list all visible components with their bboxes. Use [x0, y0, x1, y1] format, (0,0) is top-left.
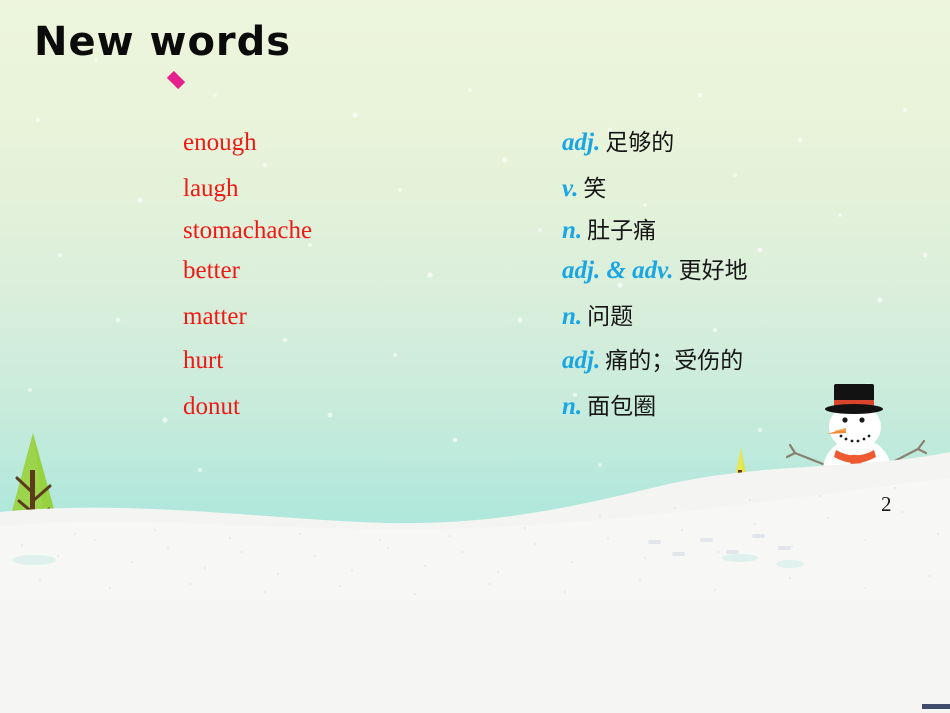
- chinese-translation: 痛的；受伤的: [605, 348, 744, 374]
- chinese-translation: 问题: [587, 304, 634, 330]
- vocabulary-meaning: adj. 痛的；受伤的: [562, 346, 743, 376]
- part-of-speech: adj.: [562, 129, 601, 156]
- vocabulary-term: enough: [183, 129, 257, 156]
- vocabulary-list: enough adj. 足够的 laugh v. 笑 stomachache n. 肚…: [0, 0, 950, 600]
- vocabulary-meaning: n. 问题: [562, 302, 633, 332]
- vocabulary-row: laugh v. 笑: [0, 174, 950, 208]
- part-of-speech: v.: [562, 175, 579, 202]
- part-of-speech: n.: [562, 303, 583, 330]
- slide-root: New words enough adj. 足够的 laugh v. 笑 stoma…: [0, 0, 950, 713]
- vocabulary-row: enough adj. 足够的: [0, 128, 950, 162]
- vocabulary-meaning: adj. & adv. 更好地: [562, 256, 748, 286]
- chinese-translation: 笑: [583, 176, 607, 202]
- chinese-translation: 肚子痛: [587, 218, 657, 244]
- vocabulary-term: laugh: [183, 175, 239, 202]
- vocabulary-meaning: n. 肚子痛: [562, 216, 656, 246]
- vocabulary-term: donut: [183, 393, 240, 420]
- part-of-speech: adj.: [562, 347, 601, 374]
- vocabulary-term: hurt: [183, 347, 224, 374]
- vocabulary-row: hurt adj. 痛的；受伤的: [0, 346, 950, 380]
- vocabulary-row: matter n. 问题: [0, 302, 950, 336]
- part-of-speech: n.: [562, 217, 583, 244]
- scrollbar-corner-artifact: [922, 704, 950, 709]
- part-of-speech: n.: [562, 393, 583, 420]
- vocabulary-meaning: v. 笑: [562, 174, 606, 204]
- vocabulary-term: stomachache: [183, 217, 313, 244]
- part-of-speech: adj. & adv.: [562, 257, 674, 284]
- vocabulary-term: better: [183, 257, 240, 284]
- chinese-translation: 更好地: [678, 258, 748, 284]
- page-number: 2: [881, 492, 892, 516]
- vocabulary-row: donut n. 面包圈: [0, 392, 950, 426]
- slide-canvas: New words enough adj. 足够的 laugh v. 笑 stoma…: [0, 0, 950, 600]
- vocabulary-meaning: n. 面包圈: [562, 392, 656, 422]
- vocabulary-row: stomachache n. 肚子痛: [0, 216, 950, 250]
- vocabulary-meaning: adj. 足够的: [562, 128, 674, 158]
- vocabulary-row: better adj. & adv. 更好地: [0, 256, 950, 290]
- chinese-translation: 足够的: [605, 130, 675, 156]
- chinese-translation: 面包圈: [587, 394, 657, 420]
- vocabulary-term: matter: [183, 303, 247, 330]
